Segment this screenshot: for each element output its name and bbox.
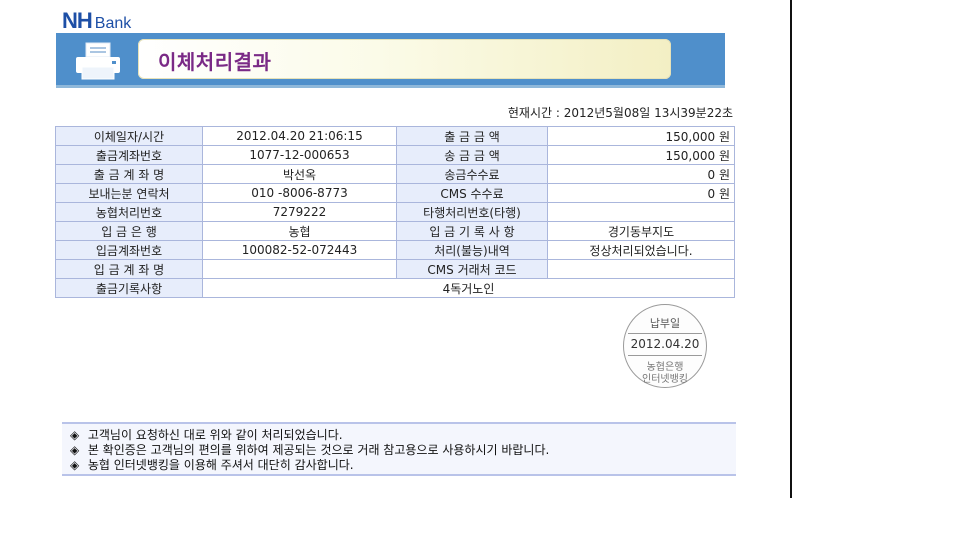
page-title: 이체처리결과 [158,50,272,74]
memo-value: 4독거노인 [202,278,735,298]
memo-row: 출금기록사항 4독거노인 [55,278,735,298]
stamp-divider [628,355,702,356]
notice-box: ◈ 고객님이 요청하신 대로 위와 같이 처리되었습니다. ◈ 본 확인증은 고… [62,422,736,476]
table-row: 입 금 은 행 농협 입 금 기 록 사 항 경기동부지도 [55,221,735,241]
row-label: 입 금 은 행 [55,221,203,241]
row-label: CMS 수수료 [396,183,548,203]
logo-bank: Bank [94,15,132,32]
row-label: 이체일자/시간 [55,126,203,146]
row-value: 100082-52-072443 [202,240,397,260]
row-value: 0 원 [547,183,735,203]
stamp-date: 2012.04.20 [630,337,700,351]
notice-line: ◈ 농협 인터넷뱅킹을 이용해 주셔서 대단히 감사합니다. [70,456,354,473]
row-label: 출금계좌번호 [55,145,203,165]
diamond-bullet-icon: ◈ [70,428,80,442]
diamond-bullet-icon: ◈ [70,443,80,457]
row-label: 처리(불능)내역 [396,240,548,260]
transfer-result-table: 이체일자/시간 2012.04.20 21:06:15 출 금 금 액 150,000… [55,126,735,298]
row-label: 입 금 계 좌 명 [55,259,203,279]
row-value: 경기동부지도 [547,221,735,241]
nh-bank-logo: NH Bank [62,8,131,34]
right-edge-rule [790,0,792,498]
row-value: 7279222 [202,202,397,222]
page-title-box: 이체처리결과 [138,39,671,79]
current-time: 현재시간 : 2012년5월08일 13시39분22초 [507,106,733,120]
row-value [547,259,735,279]
row-label: CMS 거래처 코드 [396,259,548,279]
row-label: 타행처리번호(타행) [396,202,548,222]
row-value: 150,000 원 [547,145,735,165]
row-value: 박선옥 [202,164,397,184]
row-value [547,202,735,222]
row-value: 010 -8006-8773 [202,183,397,203]
memo-label: 출금기록사항 [55,278,203,298]
payment-date-stamp: 납부일 2012.04.20 농협은행 인터넷뱅킹 [623,304,707,388]
header-banner-underline [56,85,725,88]
row-value: 농협 [202,221,397,241]
row-value: 1077-12-000653 [202,145,397,165]
table-row: 출 금 계 좌 명 박선옥 송금수수료 0 원 [55,164,735,184]
table-row: 농협처리번호 7279222 타행처리번호(타행) [55,202,735,222]
row-label: 입금계좌번호 [55,240,203,260]
stamp-title: 납부일 [649,317,681,330]
diamond-bullet-icon: ◈ [70,458,80,472]
table-row: 출금계좌번호 1077-12-000653 송 금 금 액 150,000 원 [55,145,735,165]
row-value: 2012.04.20 21:06:15 [202,126,397,146]
logo-nh: NH [62,8,93,33]
row-label: 송금수수료 [396,164,548,184]
row-value: 정상처리되었습니다. [547,240,735,260]
stamp-divider [628,333,702,334]
table-row: 입금계좌번호 100082-52-072443 처리(불능)내역 정상처리되었습니다. [55,240,735,260]
row-label: 농협처리번호 [55,202,203,222]
row-value: 0 원 [547,164,735,184]
printer-icon [76,42,120,80]
row-label: 입 금 기 록 사 항 [396,221,548,241]
notice-text: 농협 인터넷뱅킹을 이용해 주셔서 대단히 감사합니다. [87,458,354,472]
table-row: 보내는분 연락처 010 -8006-8773 CMS 수수료 0 원 [55,183,735,203]
notice-text: 본 확인증은 고객님의 편의를 위하여 제공되는 것으로 거래 참고용으로 사용… [87,443,550,457]
row-label: 보내는분 연락처 [55,183,203,203]
stamp-service: 인터넷뱅킹 [642,374,688,385]
row-label: 송 금 금 액 [396,145,548,165]
table-row: 이체일자/시간 2012.04.20 21:06:15 출 금 금 액 150,000… [55,126,735,146]
row-label: 출 금 계 좌 명 [55,164,203,184]
notice-text: 고객님이 요청하신 대로 위와 같이 처리되었습니다. [87,428,343,442]
row-label: 출 금 금 액 [396,126,548,146]
row-value [202,259,397,279]
table-row: 입 금 계 좌 명 CMS 거래처 코드 [55,259,735,279]
row-value: 150,000 원 [547,126,735,146]
